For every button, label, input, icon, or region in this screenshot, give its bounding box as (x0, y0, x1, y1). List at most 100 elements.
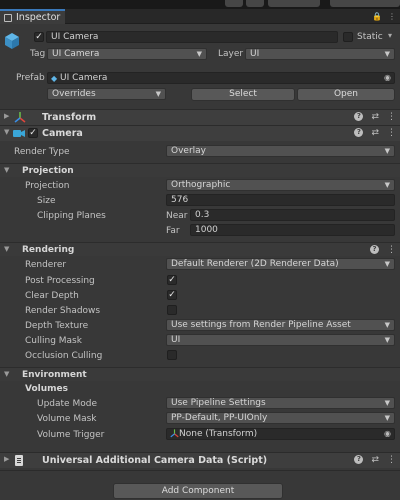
update-mode-dropdown[interactable]: Use Pipeline Settings ▼ (166, 397, 395, 409)
layout-dropdown[interactable] (330, 0, 400, 7)
additional-camera-data-title: Universal Additional Camera Data (Script… (42, 455, 268, 466)
volume-trigger-field[interactable]: None (Transform) ◉ (166, 428, 395, 440)
volumes-title: Volumes (25, 384, 68, 394)
foldout-arrow-icon[interactable]: ▼ (4, 245, 9, 253)
foldout-arrow-icon[interactable]: ▼ (4, 166, 9, 174)
preset-sliders-icon[interactable]: ⇄ (371, 128, 379, 138)
help-icon[interactable]: ? (354, 112, 364, 121)
chevron-down-icon: ▼ (384, 399, 390, 407)
kebab-menu-icon[interactable]: ⋮ (387, 112, 396, 122)
tab-inspector[interactable]: Inspector (0, 9, 65, 24)
culling-mask-dropdown[interactable]: UI ▼ (166, 334, 395, 346)
chevron-down-icon: ▼ (384, 414, 390, 422)
top-toolbar (0, 0, 400, 9)
open-button[interactable]: Open (297, 88, 395, 101)
overrides-label: Overrides (52, 89, 96, 99)
layer-value: UI (250, 49, 260, 59)
renderer-label: Renderer (25, 260, 67, 270)
size-input[interactable]: 576 (166, 194, 395, 206)
render-shadows-label: Render Shadows (25, 306, 101, 316)
foldout-arrow-icon[interactable]: ▶ (4, 112, 9, 120)
chevron-down-icon: ▼ (196, 50, 202, 58)
foldout-arrow-icon[interactable]: ▶ (4, 455, 9, 463)
chevron-down-icon: ▼ (384, 321, 390, 329)
render-type-value: Overlay (171, 146, 206, 156)
overrides-dropdown[interactable]: Overrides ▼ (47, 88, 166, 100)
projection-section-header[interactable]: ▼ Projection (0, 163, 400, 177)
update-mode-value: Use Pipeline Settings (171, 398, 266, 408)
camera-component-header[interactable]: ▼ ✓ Camera ? ⇄ ⋮ (0, 125, 400, 141)
near-label: Near (166, 211, 188, 221)
volume-mask-label: Volume Mask (37, 414, 97, 424)
chevron-down-icon: ▼ (384, 50, 390, 58)
clipping-planes-label: Clipping Planes (37, 211, 106, 221)
render-shadows-checkbox[interactable] (167, 305, 177, 315)
static-checkbox[interactable] (343, 32, 353, 42)
post-processing-checkbox[interactable]: ✓ (167, 275, 177, 285)
far-label: Far (166, 226, 180, 236)
foldout-arrow-icon[interactable]: ▼ (4, 370, 9, 378)
prefab-value: UI Camera (60, 73, 108, 83)
transform-component-header[interactable]: ▶ Transform ? ⇄ ⋮ (0, 109, 400, 125)
kebab-menu-icon[interactable]: ⋮ (387, 455, 396, 465)
render-type-dropdown[interactable]: Overlay ▼ (166, 145, 395, 157)
rendering-title: Rendering (22, 245, 75, 255)
gameobject-cube-icon (4, 32, 19, 49)
static-label: Static (357, 32, 383, 42)
volume-mask-dropdown[interactable]: PP-Default, PP-UIOnly ▼ (166, 412, 395, 424)
far-input[interactable]: 1000 (190, 224, 395, 236)
kebab-menu-icon[interactable]: ⋮ (388, 12, 396, 21)
prefab-label: Prefab (16, 73, 45, 83)
projection-label: Projection (25, 181, 70, 191)
select-button[interactable]: Select (191, 88, 295, 101)
depth-texture-dropdown[interactable]: Use settings from Render Pipeline Asset ▼ (166, 319, 395, 331)
post-processing-label: Post Processing (25, 276, 95, 286)
camera-enabled-checkbox[interactable]: ✓ (28, 128, 38, 138)
render-type-label: Render Type (14, 147, 70, 157)
preset-sliders-icon[interactable]: ⇄ (371, 112, 379, 122)
layers-dropdown[interactable] (268, 0, 320, 7)
chevron-down-icon: ▼ (384, 147, 390, 155)
transform-axes-icon (14, 112, 26, 126)
lock-icon[interactable]: 🔒 (372, 12, 382, 21)
static-dropdown-icon[interactable]: ▾ (388, 31, 392, 40)
history-button[interactable] (225, 0, 243, 7)
object-name-input[interactable]: UI Camera (46, 31, 338, 43)
clear-depth-checkbox[interactable]: ✓ (167, 290, 177, 300)
tab-inspector-label: Inspector (16, 12, 61, 23)
culling-mask-value: UI (171, 335, 181, 345)
add-component-button[interactable]: Add Component (113, 483, 283, 499)
layer-dropdown[interactable]: UI ▼ (245, 48, 395, 60)
tag-dropdown[interactable]: UI Camera ▼ (47, 48, 207, 60)
size-label: Size (37, 196, 56, 206)
camera-title: Camera (42, 128, 83, 139)
object-picker-icon[interactable]: ◉ (384, 429, 391, 439)
depth-texture-label: Depth Texture (25, 321, 89, 331)
foldout-arrow-icon[interactable]: ▼ (4, 128, 9, 136)
projection-value: Orthographic (171, 180, 231, 190)
environment-section-header[interactable]: ▼ Environment (0, 367, 400, 381)
help-icon[interactable]: ? (370, 245, 379, 254)
help-icon[interactable]: ? (354, 128, 364, 137)
clear-depth-label: Clear Depth (25, 291, 79, 301)
renderer-value: Default Renderer (2D Renderer Data) (171, 259, 339, 269)
kebab-menu-icon[interactable]: ⋮ (387, 245, 396, 255)
tag-label: Tag (30, 49, 46, 59)
kebab-menu-icon[interactable]: ⋮ (387, 128, 396, 138)
renderer-dropdown[interactable]: Default Renderer (2D Renderer Data) ▼ (166, 258, 395, 270)
projection-dropdown[interactable]: Orthographic ▼ (166, 179, 395, 191)
transform-title: Transform (42, 112, 97, 123)
active-checkbox[interactable]: ✓ (34, 32, 44, 42)
additional-camera-data-header[interactable]: ▶ Universal Additional Camera Data (Scri… (0, 452, 400, 468)
occlusion-culling-checkbox[interactable] (167, 350, 177, 360)
preset-sliders-icon[interactable]: ⇄ (371, 455, 379, 465)
chevron-down-icon: ▼ (384, 336, 390, 344)
search-toolbar-button[interactable] (246, 0, 264, 7)
inspector-icon (4, 13, 12, 22)
rendering-section-header[interactable]: ▼ Rendering ? ⋮ (0, 242, 400, 256)
prefab-field[interactable]: ◆ UI Camera ◉ (47, 72, 395, 84)
object-picker-icon[interactable]: ◉ (384, 73, 391, 83)
help-icon[interactable]: ? (354, 455, 364, 464)
near-input[interactable]: 0.3 (190, 209, 395, 221)
window-tab-bar: Inspector 🔒 ⋮ (0, 9, 400, 24)
